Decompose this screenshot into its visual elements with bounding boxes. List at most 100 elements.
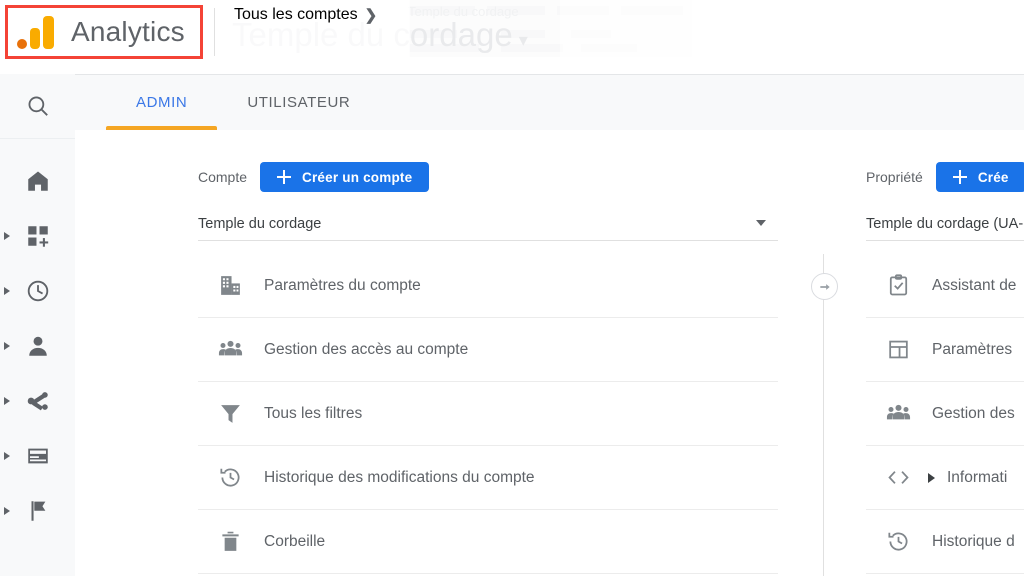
sidebar-item-behavior[interactable] [0,428,75,483]
sidebar-item-audience[interactable] [0,318,75,373]
customization-grid-icon [27,225,48,247]
header-divider [214,8,215,56]
account-menu-item-label: Historique des modifications du compte [264,468,535,486]
building-icon-glyph [220,276,240,295]
expand-arrow-icon[interactable] [928,472,935,483]
arrow-right-icon [819,283,830,290]
property-column-header: Propriété Crée [866,160,1024,194]
sidebar-item-search[interactable] [0,74,75,138]
analytics-logo-icon [17,15,57,49]
account-menu-item-label: Corbeille [264,532,326,550]
account-menu-item-label: Paramètres du compte [264,276,421,294]
account-select-value: Temple du cordage [198,216,322,232]
sidebar-item-conversions[interactable] [0,483,75,538]
property-menu-item-label: Gestion des [932,404,1015,422]
google-analytics-admin-screen: Temple du cordage Temple du cordage ▾ Ana… [0,0,1024,576]
create-account-button-label: Créer un compte [302,169,413,185]
funnel-icon [216,400,244,428]
chevron-right-icon: ❯ [364,6,378,24]
history-icon-glyph [887,532,907,551]
property-window-icon-glyph [888,340,908,359]
account-menu-item-history[interactable]: Historique des modifications du compte [198,446,778,510]
property-select[interactable]: Temple du cordage (UA- [866,208,1024,241]
expand-arrow-icon [4,341,10,350]
property-select-value: Temple du cordage (UA- [866,216,1024,232]
property-menu: Assistant de Paramètres Gestion des Info… [866,254,1024,574]
expand-arrow-icon [4,396,10,405]
property-menu-item-settings[interactable]: Paramètres [866,318,1024,382]
history-icon-glyph [219,468,239,487]
people-icon [216,336,244,364]
people-icon-glyph [218,340,242,356]
property-menu-item-setup-assistant[interactable]: Assistant de [866,254,1024,318]
code-brackets-icon [884,464,912,492]
account-menu-item-access[interactable]: Gestion des accès au compte [198,318,778,382]
account-menu-item-filters[interactable]: Tous les filtres [198,382,778,446]
clock-icon [27,280,48,301]
checklist-clipboard-icon-glyph [889,274,907,296]
property-menu-item-tracking-info[interactable]: Informati [866,446,1024,510]
expand-arrow-icon [4,506,10,515]
trash-icon-glyph [221,531,239,551]
account-select[interactable]: Temple du cordage [198,208,778,241]
sidebar-item-acquisition[interactable] [0,373,75,428]
trash-icon [216,528,244,556]
property-menu-item-history[interactable]: Historique d [866,510,1024,574]
column-divider [823,254,824,576]
account-menu: Paramètres du compte Gestion des accès a… [198,254,778,574]
building-icon [216,272,244,300]
checklist-clipboard-icon [884,272,912,300]
code-brackets-icon-glyph [887,471,909,484]
create-account-button[interactable]: Créer un compte [260,162,430,192]
sidebar-item-customization[interactable] [0,208,75,263]
account-menu-item-settings[interactable]: Paramètres du compte [198,254,778,318]
left-nav-sidebar [0,74,75,576]
analytics-logo-highlight[interactable]: Analytics [5,5,203,59]
flag-icon [31,500,45,521]
ghost-caret-icon: ▾ [518,30,528,50]
property-menu-item-label: Informati [947,468,1008,486]
sidebar-item-realtime[interactable] [0,263,75,318]
account-menu-item-label: Gestion des accès au compte [264,340,469,358]
people-icon [884,400,912,428]
app-header: Temple du cordage Temple du cordage▾ Ana… [0,0,1024,74]
breadcrumb-all-accounts-link[interactable]: Tous les comptes [234,6,358,24]
sidebar-item-home[interactable] [0,153,75,208]
property-menu-item-label: Historique d [932,532,1015,550]
tab-utilisateur[interactable]: UTILISATEUR [217,75,380,130]
property-menu-item-label: Paramètres [932,340,1013,358]
account-menu-item-trash[interactable]: Corbeille [198,510,778,574]
property-window-icon [884,336,912,364]
ghost-overlay-right [560,0,692,58]
ghost-subtitle: Temple du cordage [408,4,519,19]
window-card-icon [27,448,48,463]
create-property-button[interactable]: Crée [935,162,1024,192]
property-menu-item-access[interactable]: Gestion des [866,382,1024,446]
people-icon-glyph [886,404,910,420]
property-menu-item-label: Assistant de [932,276,1017,294]
sidebar-search-area [0,74,75,139]
account-label: Compte [198,169,248,185]
account-menu-item-label: Tous les filtres [264,404,363,422]
tab-admin[interactable]: ADMIN [106,75,218,130]
search-icon [28,96,48,116]
create-property-button-label: Crée [977,169,1009,185]
history-icon [884,528,912,556]
person-icon [28,336,47,356]
analytics-logo-text: Analytics [71,16,185,47]
plus-icon [952,170,967,184]
property-label: Propriété [866,169,923,185]
home-icon [27,170,48,191]
admin-content-area: Compte Créer un compte Temple du cordage [106,129,1024,576]
tab-strip: ADMIN UTILISATEUR [75,74,1024,130]
collapse-columns-arrow-button[interactable] [811,273,838,300]
share-nodes-icon [27,391,48,410]
breadcrumb: Tous les comptes ❯ [234,0,377,30]
expand-arrow-icon [4,451,10,460]
chevron-down-icon [756,220,766,226]
history-icon [216,464,244,492]
account-column-header: Compte Créer un compte [198,160,430,194]
tabs: ADMIN UTILISATEUR [106,75,380,130]
funnel-icon-glyph [220,405,240,423]
expand-arrow-icon [4,231,10,240]
